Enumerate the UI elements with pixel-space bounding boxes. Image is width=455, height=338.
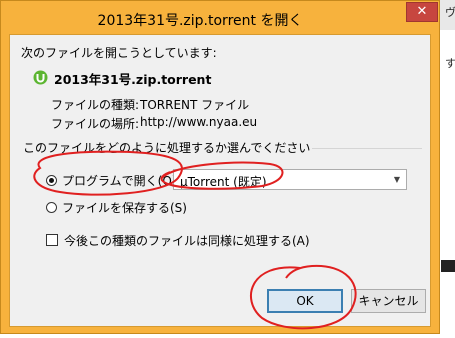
utorrent-icon	[33, 70, 48, 85]
file-location-label: ファイルの場所:	[51, 117, 140, 131]
save-file-label[interactable]: ファイルを保存する(S)	[62, 199, 187, 216]
open-with-label[interactable]: プログラムで開く(O):	[62, 172, 181, 189]
close-button[interactable]: ✕	[406, 2, 438, 22]
cancel-button[interactable]: キャンセル	[351, 289, 426, 313]
background-mark	[441, 260, 455, 272]
background-text: ヴ	[445, 6, 455, 19]
ok-button[interactable]: OK	[267, 289, 343, 313]
action-group-label: このファイルをどのように処理するか選んでください	[21, 139, 313, 156]
open-file-dialog: 2013年31号.zip.torrent を開く ✕ 次のファイルを開こうとして…	[0, 0, 440, 334]
program-select[interactable]: µTorrent (既定) ▼	[173, 169, 407, 190]
chevron-down-icon: ▼	[393, 175, 401, 184]
file-type-value: TORRENT ファイル	[140, 98, 250, 112]
open-with-radio[interactable]	[46, 175, 57, 186]
file-location-value: http://www.nyaa.eu	[140, 115, 258, 129]
background-text: す	[445, 57, 455, 70]
remember-choice-label[interactable]: 今後この種類のファイルは同様に処理する(A)	[64, 232, 310, 249]
intro-text: 次のファイルを開こうとしています:	[21, 46, 217, 60]
program-select-value: µTorrent (既定)	[180, 175, 267, 189]
file-type-label: ファイルの種類:	[51, 98, 140, 112]
save-file-radio[interactable]	[46, 202, 57, 213]
background-page: ヴ す	[440, 0, 455, 338]
dialog-body: 次のファイルを開こうとしています: 2013年31号.zip.torrent フ…	[9, 34, 431, 327]
close-icon: ✕	[416, 4, 428, 19]
title-bar[interactable]: 2013年31号.zip.torrent を開く ✕	[1, 1, 439, 35]
file-name: 2013年31号.zip.torrent	[54, 72, 212, 87]
dialog-title: 2013年31号.zip.torrent を開く	[97, 13, 303, 29]
remember-choice-checkbox[interactable]	[46, 234, 58, 246]
